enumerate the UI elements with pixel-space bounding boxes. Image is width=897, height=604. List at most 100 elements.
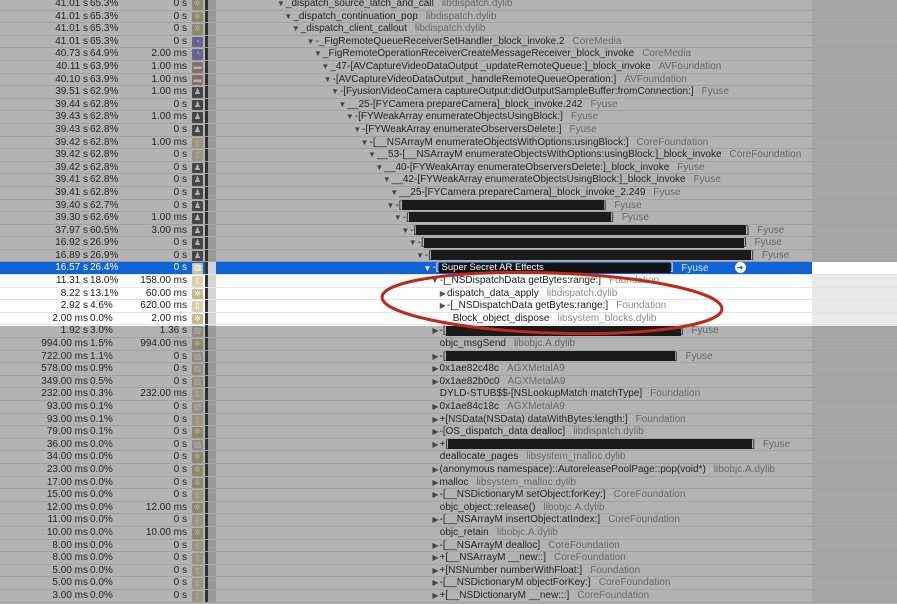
table-row[interactable]: 8.00 ms 0.0% 0 s ▯ ▶+[__NSArrayM __new::] Cor… <box>0 552 897 565</box>
disclosure-triangle-icon[interactable]: ▼ <box>409 238 417 247</box>
disclosure-triangle-icon[interactable]: ▼ <box>307 37 315 46</box>
disclosure-triangle-icon[interactable]: ▶ <box>432 478 438 487</box>
table-row[interactable]: 79.00 ms 0.1% 0 s ✲ ▶-[OS_dispatch_data deal… <box>0 426 897 439</box>
total-percent: 0.0% <box>90 577 113 589</box>
disclosure-triangle-icon[interactable]: ▼ <box>383 175 391 184</box>
table-row[interactable]: 36.00 ms 0.0% 0 s ▥ ▶+[] Fyuse <box>0 438 897 452</box>
tree-gutter <box>208 300 216 312</box>
disclosure-triangle-icon[interactable]: ▶ <box>432 415 438 424</box>
disclosure-triangle-icon[interactable]: ▼ <box>321 62 329 71</box>
disclosure-triangle-icon[interactable]: ▼ <box>338 100 346 109</box>
disclosure-triangle-icon[interactable]: ▶ <box>432 578 438 587</box>
table-row[interactable]: 8.00 ms 0.0% 0 s ▯ ▶-[__NSArrayM dealloc] Cor… <box>0 539 897 553</box>
table-row[interactable]: 39.44 s 62.8% 0 s ♟ ▼__25-[FYCamera prepareC… <box>0 98 897 112</box>
table-row[interactable]: 39.30 s 62.6% 1.00 ms ♟ ▼-[] Fyuse <box>0 212 897 225</box>
disclosure-triangle-icon[interactable]: ▼ <box>401 226 409 235</box>
disclosure-triangle-icon[interactable]: ▶ <box>432 364 438 373</box>
table-row[interactable]: 93.00 ms 0.1% 0 s ▯ ▶+[NSData(NSData) dataWi… <box>0 413 897 427</box>
disclosure-triangle-icon[interactable]: ▼ <box>353 125 361 134</box>
right-panel <box>812 363 897 375</box>
table-row[interactable]: 16.89 s 26.9% 0 s ♟ ▼-[] Fyuse <box>0 249 897 263</box>
table-row[interactable]: 39.42 s 62.8% 0 s ▯ ▼__53-[__NSArrayM enumer… <box>0 149 897 162</box>
disclosure-triangle-icon[interactable]: ▼ <box>284 12 292 21</box>
table-row[interactable]: 5.00 ms 0.0% 0 s ▯ ▶-[__NSDictionaryM object… <box>0 577 897 590</box>
disclosure-triangle-icon[interactable]: ▶ <box>432 541 438 550</box>
disclosure-triangle-icon[interactable]: ▼ <box>368 150 376 159</box>
table-row[interactable]: 578.00 ms 0.9% 0 s ▥ ▶0x1ae82c48c AGXMetalA9 <box>0 363 897 376</box>
disclosure-triangle-icon[interactable]: ▶ <box>432 377 438 386</box>
table-row[interactable]: 93.00 ms 0.1% 0 s ▥ ▶0x1ae84c18c AGXMetalA9 <box>0 401 897 414</box>
call-tree-table[interactable]: 41.01 s 65.3% 0 s ✲ ▼_dispatch_source_latch_… <box>0 0 897 603</box>
table-row[interactable]: 10.00 ms 0.0% 10.00 ms ✲ objc_retain libobjc.… <box>0 526 897 540</box>
disclosure-triangle-icon[interactable]: ▶ <box>432 440 438 449</box>
library-name: libdispatch.dylib <box>573 426 644 438</box>
table-row[interactable]: 40.10 s 63.9% 1.00 ms ▬ ▼-[AVCaptureVideoDat… <box>0 73 897 87</box>
table-row[interactable]: 11.31 s 18.0% 158.00 ms ▯ ▼-[_NSDispatchData… <box>0 275 897 288</box>
disclosure-triangle-icon[interactable]: ▶ <box>432 352 438 361</box>
disclosure-triangle-icon[interactable]: ▶ <box>432 427 438 436</box>
table-row[interactable]: 5.00 ms 0.0% 0 s ▯ ▶+[NSNumber numberWithFlo… <box>0 564 897 578</box>
disclosure-triangle-icon[interactable]: ▶ <box>432 553 438 562</box>
disclosure-triangle-icon[interactable]: ▼ <box>424 264 432 273</box>
disclosure-triangle-icon[interactable]: ▶ <box>432 326 438 335</box>
disclosure-triangle-icon[interactable]: ▼ <box>292 24 300 33</box>
disclosure-triangle-icon[interactable]: ▼ <box>361 138 369 147</box>
table-row[interactable]: 40.11 s 63.9% 1.00 ms ▬ ▼_47-[AVCaptureVideo… <box>0 60 897 74</box>
table-row[interactable]: 37.97 s 60.5% 3.00 ms ♟ ▼-[] Fyuse <box>0 224 897 238</box>
disclosure-triangle-icon[interactable]: ▶ <box>432 402 438 411</box>
table-row[interactable]: 39.51 s 62.9% 1.00 ms ♟ ▼-[FyusionVideoCamer… <box>0 86 897 99</box>
table-row[interactable]: 39.41 s 62.8% 0 s ♟ ▼__25-[FYCamera prepareC… <box>0 186 897 200</box>
disclosure-triangle-icon[interactable]: ▼ <box>375 163 383 172</box>
table-row[interactable]: 41.01 s 65.3% 0 s ✲ ▼_dispatch_continuation_… <box>0 10 897 24</box>
table-row[interactable]: 23.00 ms 0.0% 0 s ✲ ▶(anonymous namespace)::… <box>0 463 897 477</box>
table-row[interactable]: 39.43 s 62.8% 0 s ♟ ▼-[FYWeakArray enumerate… <box>0 123 897 137</box>
table-row[interactable]: 1.92 s 3.0% 1.36 s ▥ ▶-[] Fyuse <box>0 325 897 339</box>
disclosure-triangle-icon[interactable]: ▼ <box>394 213 402 222</box>
table-row[interactable]: 34.00 ms 0.0% 0 s ✲ deallocate_pages libsyste… <box>0 451 897 464</box>
table-row[interactable]: 2.00 ms 0.0% 2.00 ms ✲ _Block_object_dispose… <box>0 312 897 326</box>
disclosure-triangle-icon[interactable]: ▶ <box>432 591 438 600</box>
disclosure-triangle-icon[interactable]: ▼ <box>331 87 339 96</box>
disclosure-triangle-icon[interactable]: ▼ <box>387 201 395 210</box>
table-row[interactable]: 12.00 ms 0.0% 12.00 ms ✲ objc_object::releas… <box>0 501 897 515</box>
table-row[interactable]: 11.00 ms 0.0% 0 s ▯ ▶-[__NSArrayM insertObje… <box>0 514 897 527</box>
table-row[interactable]: 39.42 s 62.8% 1.00 ms ▯ ▼-[__NSArrayM enumer… <box>0 136 897 150</box>
table-row[interactable]: 16.92 s 26.9% 0 s ♟ ▼-[] Fyuse <box>0 237 897 250</box>
disclosure-triangle-icon[interactable]: ▼ <box>431 276 439 285</box>
go-arrow-icon[interactable]: ➜ <box>734 262 746 274</box>
table-row[interactable]: 39.43 s 62.8% 1.00 ms ♟ ▼-[FYWeakArray enume… <box>0 111 897 124</box>
table-row[interactable]: 349.00 ms 0.5% 0 s ▥ ▶0x1ae82b0c0 AGXMetalA9 <box>0 375 897 389</box>
total-time: 39.41 s <box>55 186 88 198</box>
disclosure-triangle-icon[interactable]: ▶ <box>440 301 446 310</box>
table-row[interactable]: 8.22 s 13.1% 60.00 ms ✲ ▶dispatch_data_apply… <box>0 287 897 301</box>
disclosure-triangle-icon[interactable]: ▼ <box>416 251 424 260</box>
table-row[interactable]: 16.57 s 26.4% 0 s ▥ ▼-[Super Secret AR Effec… <box>0 262 897 276</box>
library-name: Fyuse <box>691 325 719 337</box>
disclosure-triangle-icon[interactable]: ▼ <box>390 188 398 197</box>
table-row[interactable]: 232.00 ms 0.3% 232.00 ms ▯ DYLD-STUB$$-[NSLo… <box>0 388 897 401</box>
table-row[interactable]: 17.00 ms 0.0% 0 s ✲ ▶malloc libsystem_malloc.… <box>0 476 897 490</box>
right-panel <box>812 275 897 287</box>
table-row[interactable]: 15.00 ms 0.0% 0 s ▯ ▶-[__NSDictionaryM setOb… <box>0 489 897 502</box>
disclosure-triangle-icon[interactable]: ▼ <box>277 0 285 8</box>
disclosure-triangle-icon[interactable]: ▼ <box>324 75 332 84</box>
disclosure-triangle-icon[interactable]: ▶ <box>432 490 438 499</box>
disclosure-triangle-icon[interactable]: ▶ <box>432 515 438 524</box>
table-row[interactable]: 994.00 ms 1.5% 994.00 ms ✲ objc_msgSend libob… <box>0 338 897 351</box>
table-row[interactable]: 39.42 s 62.8% 0 s ♟ ▼__40-[FYWeakArray enume… <box>0 161 897 175</box>
table-row[interactable]: 3.00 ms 0.0% 0 s ▯ ▶+[__NSDictionaryM __new:… <box>0 589 897 603</box>
disclosure-triangle-icon[interactable]: ▶ <box>432 566 438 575</box>
disclosure-triangle-icon[interactable]: ▼ <box>314 49 322 58</box>
table-row[interactable]: 41.01 s 65.3% 0 s ✲ ▼_dispatch_client_callou… <box>0 23 897 36</box>
table-row[interactable]: 39.40 s 62.7% 0 s ♟ ▼-[] Fyuse <box>0 199 897 213</box>
disclosure-triangle-icon[interactable]: ▶ <box>440 289 446 298</box>
table-row[interactable]: 41.01 s 65.3% 0 s ✲ ▼_dispatch_source_latch_… <box>0 0 897 11</box>
disclosure-triangle-icon[interactable]: ▶ <box>432 465 438 474</box>
table-row[interactable]: 2.92 s 4.6% 620.00 ms ▯ ▶-[_NSDispatchData g… <box>0 300 897 313</box>
disclosure-triangle-icon[interactable]: ▼ <box>346 112 354 121</box>
table-row[interactable]: 41.01 s 65.3% 0 s ◔ ▼-_FigRemoteQueueReceive… <box>0 35 897 49</box>
table-row[interactable]: 40.73 s 64.9% 2.00 ms ◔ ▼_FigRemoteOperation… <box>0 48 897 61</box>
table-row[interactable]: 722.00 ms 1.1% 0 s ▥ ▶-[] Fyuse <box>0 350 897 364</box>
table-row[interactable]: 39.41 s 62.8% 0 s ♟ ▼__42-[FYWeakArray enume… <box>0 174 897 187</box>
symbol-cell: ▼-[FYWeakArray enumerateObserversDelete:… <box>353 124 597 137</box>
